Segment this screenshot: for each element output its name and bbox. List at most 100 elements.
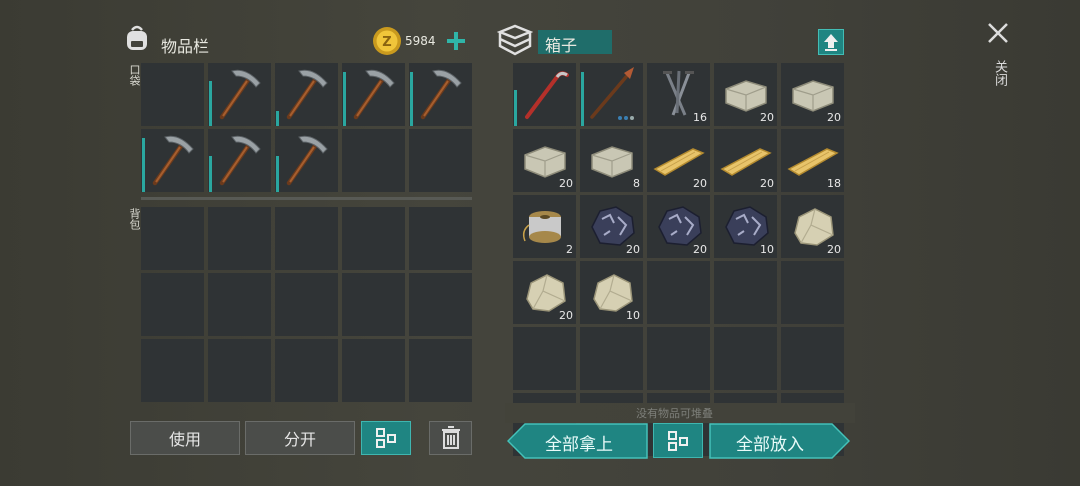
item-count: 20 [626, 243, 640, 256]
crowbar-icon [525, 71, 569, 119]
put-all-button[interactable]: 全部放入 [709, 423, 851, 459]
pocket-item-slot[interactable] [275, 63, 338, 126]
backpack-empty-slot[interactable] [275, 339, 338, 402]
backpack-empty-slot[interactable] [409, 273, 472, 336]
chest-icon [496, 24, 534, 56]
grid-icon [376, 428, 396, 448]
use-button[interactable]: 使用 [130, 421, 240, 455]
chest-item-slot[interactable]: 16 [647, 63, 710, 126]
item-count: 20 [693, 177, 707, 190]
pocket-item-slot[interactable] [141, 129, 204, 192]
backpack-empty-slot[interactable] [141, 339, 204, 402]
backpack-empty-slot[interactable] [275, 207, 338, 270]
chest-item-slot[interactable]: 20 [714, 63, 777, 126]
chest-item-slot[interactable]: 18 [781, 129, 844, 192]
delete-button[interactable] [429, 421, 472, 455]
item-count: 2 [566, 243, 573, 256]
backpack-empty-slot[interactable] [342, 207, 405, 270]
chest-item-slot[interactable]: 2 [513, 195, 576, 258]
item-count: 10 [626, 309, 640, 322]
add-coins-button[interactable] [446, 31, 466, 51]
chest-item-slot[interactable]: 20 [647, 195, 710, 258]
chest-empty-slot[interactable] [781, 327, 844, 390]
chest-footer-hint: 没有物品可堆叠 [636, 407, 713, 420]
split-button[interactable]: 分开 [245, 421, 355, 455]
chest-item-slot[interactable]: 20 [647, 129, 710, 192]
chest-item-slot[interactable]: 8 [580, 129, 643, 192]
durability-bar [209, 156, 212, 192]
pocket-empty-slot[interactable] [342, 129, 405, 192]
pocket-item-slot[interactable] [275, 129, 338, 192]
backpack-empty-slot[interactable] [208, 273, 271, 336]
chest-empty-slot[interactable] [580, 327, 643, 390]
sort-upload-button[interactable] [818, 29, 844, 55]
take-all-button[interactable]: 全部拿上 [506, 423, 648, 459]
chest-item-slot[interactable] [513, 63, 576, 126]
pickaxe-icon [219, 135, 261, 186]
chest-empty-slot[interactable] [513, 327, 576, 390]
chest-sort-grid-button[interactable] [653, 423, 703, 458]
coin-icon: Z [372, 26, 402, 56]
chest-item-slot[interactable]: 20 [714, 129, 777, 192]
item-count: 20 [760, 111, 774, 124]
backpack-empty-slot[interactable] [342, 339, 405, 402]
chest-item-slot[interactable]: 20 [513, 261, 576, 324]
pickaxe-icon [420, 69, 462, 120]
close-label: 关闭 [992, 60, 1007, 86]
item-count: 20 [827, 111, 841, 124]
pocket-item-slot[interactable] [208, 63, 271, 126]
sort-grid-button[interactable] [361, 421, 411, 455]
backpack-empty-slot[interactable] [409, 339, 472, 402]
chest-title: 箱子 [545, 36, 578, 55]
pocket-empty-slot[interactable] [409, 129, 472, 192]
chest-empty-slot[interactable] [647, 261, 710, 324]
item-count: 20 [760, 177, 774, 190]
item-count: 20 [827, 243, 841, 256]
pocket-label: 口袋 [128, 64, 141, 86]
grid-icon [668, 430, 688, 451]
item-count: 8 [633, 177, 640, 190]
durability-bar [581, 72, 584, 126]
chest-empty-slot[interactable] [647, 327, 710, 390]
backpack-empty-slot[interactable] [409, 207, 472, 270]
chest-empty-slot[interactable] [714, 327, 777, 390]
close-button[interactable]: 关闭 [985, 20, 1011, 100]
item-count: 20 [559, 177, 573, 190]
durability-bar [514, 90, 517, 126]
item-count: 18 [827, 177, 841, 190]
backpack-label: 背包 [128, 208, 141, 230]
pocket-item-slot[interactable] [208, 129, 271, 192]
pickaxe-icon [152, 135, 194, 186]
pocket-item-slot[interactable] [342, 63, 405, 126]
chest-item-slot[interactable]: 20 [513, 129, 576, 192]
chest-empty-slot[interactable] [781, 261, 844, 324]
chest-item-slot[interactable]: 20 [580, 195, 643, 258]
chest-item-slot[interactable] [580, 63, 643, 126]
backpack-empty-slot[interactable] [141, 273, 204, 336]
pocket-item-slot[interactable] [409, 63, 472, 126]
durability-bar [209, 81, 212, 126]
backpack-icon [124, 24, 150, 52]
close-icon [988, 23, 1008, 43]
durability-bar [142, 138, 145, 192]
svg-text:Z: Z [382, 35, 391, 50]
durability-bar [343, 72, 346, 126]
backpack-empty-slot[interactable] [141, 207, 204, 270]
chest-title-box[interactable]: 箱子 [538, 30, 612, 55]
backpack-empty-slot[interactable] [275, 273, 338, 336]
durability-bar [276, 111, 279, 126]
chest-item-slot[interactable]: 20 [781, 63, 844, 126]
backpack-empty-slot[interactable] [342, 273, 405, 336]
pickaxe-icon [286, 69, 328, 120]
durability-bar [276, 156, 279, 192]
durability-bar [410, 72, 413, 126]
chest-item-slot[interactable]: 10 [580, 261, 643, 324]
chest-item-slot[interactable]: 10 [714, 195, 777, 258]
backpack-empty-slot[interactable] [208, 207, 271, 270]
inventory-title: 物品栏 [161, 37, 210, 56]
chest-item-slot[interactable]: 20 [781, 195, 844, 258]
pocket-empty-slot[interactable] [141, 63, 204, 126]
backpack-empty-slot[interactable] [208, 339, 271, 402]
divider [141, 197, 472, 200]
chest-empty-slot[interactable] [714, 261, 777, 324]
